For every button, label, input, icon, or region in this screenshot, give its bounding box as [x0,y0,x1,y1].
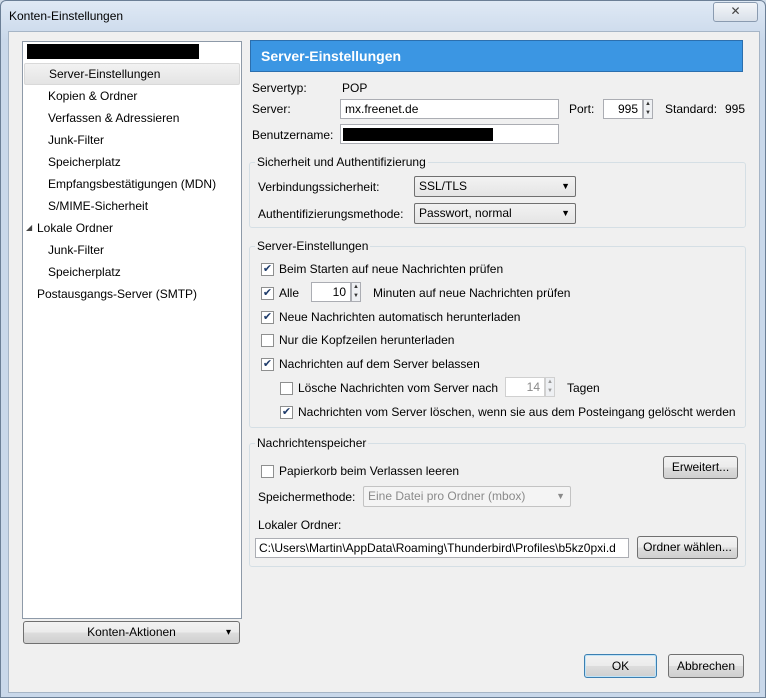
close-button[interactable]: ✕ [713,2,758,22]
headers-only-label: Nur die Kopfzeilen herunterladen [279,333,455,347]
check-on-start-checkbox[interactable]: ✔ [261,263,274,276]
tree-item-local-folders[interactable]: Lokale Ordner [37,218,113,238]
tree-item-smime[interactable]: S/MIME-Sicherheit [48,196,148,216]
auth-method-value: Passwort, normal [419,206,512,220]
servertype-label: Servertyp: [252,81,307,95]
delete-after-suffix: Tagen [567,381,600,395]
auto-download-checkbox[interactable]: ✔ [261,311,274,324]
tree-item-smtp[interactable]: Postausgangs-Server (SMTP) [37,284,197,304]
connection-security-select[interactable]: SSL/TLS ▼ [414,176,576,197]
dropdown-arrow-icon: ▼ [556,491,565,501]
redacted-account-name [27,44,199,59]
username-input[interactable] [340,124,559,144]
tree-item-local-junk-filter[interactable]: Junk-Filter [48,240,104,260]
dialog-window: Konten-Einstellungen ✕ Server-Einstellun… [0,0,766,698]
storage-group-title: Nachrichtenspeicher [255,436,369,450]
account-tree[interactable]: Server-Einstellungen Kopien & Ordner Ver… [22,41,242,619]
standard-value: 995 [725,102,746,116]
tree-item-junk-filter[interactable]: Junk-Filter [48,130,104,150]
delete-when-deleted-label: Nachrichten vom Server löschen, wenn sie… [298,405,736,419]
local-folder-input[interactable]: C:\Users\Martin\AppData\Roaming\Thunderb… [255,538,629,558]
panel-title: Server-Einstellungen [261,48,402,64]
servertype-value: POP [342,81,368,95]
empty-trash-label: Papierkorb beim Verlassen leeren [279,464,460,478]
redacted-username [343,128,493,141]
standard-label: Standard: [665,102,718,116]
window-title: Konten-Einstellungen [9,9,124,23]
port-label: Port: [569,102,595,116]
empty-trash-checkbox[interactable] [261,465,274,478]
delete-after-checkbox[interactable] [280,382,293,395]
check-every-suffix: Minuten auf neue Nachrichten prüfen [373,286,571,300]
storage-method-label: Speichermethode: [258,490,356,504]
account-actions-button[interactable]: Konten-Aktionen ▾ [23,621,240,644]
advanced-button[interactable]: Erweitert... [663,456,738,479]
tree-item-label: Server-Einstellungen [49,67,161,81]
panel-header: Server-Einstellungen [250,40,743,72]
check-every-label: Alle [279,286,300,300]
tree-item-copies-folders[interactable]: Kopien & Ordner [48,86,137,106]
tree-item-local-disk-space[interactable]: Speicherplatz [48,262,121,282]
tree-item-disk-space[interactable]: Speicherplatz [48,152,121,172]
storage-method-select[interactable]: Eine Datei pro Ordner (mbox) ▼ [363,486,571,507]
delete-after-label: Lösche Nachrichten vom Server nach [298,381,499,395]
account-actions-label: Konten-Aktionen [87,625,176,639]
dropdown-arrow-icon: ▼ [561,181,570,191]
auth-method-select[interactable]: Passwort, normal ▼ [414,203,576,224]
tree-item-server-settings[interactable]: Server-Einstellungen [24,63,240,85]
collapse-icon[interactable]: ◢ [26,218,32,238]
cancel-button[interactable]: Abbrechen [668,654,744,678]
tree-item-receipts[interactable]: Empfangsbestätigungen (MDN) [48,174,216,194]
port-input[interactable]: 995 [603,99,643,119]
local-folder-label: Lokaler Ordner: [258,518,342,532]
dialog-client: Server-Einstellungen Kopien & Ordner Ver… [8,31,760,693]
delete-when-deleted-checkbox[interactable]: ✔ [280,406,293,419]
server-input[interactable]: mx.freenet.de [340,99,559,119]
security-group-title: Sicherheit und Authentifizierung [255,155,428,169]
username-label: Benutzername: [252,128,334,142]
connection-security-label: Verbindungssicherheit: [258,180,380,194]
tree-item-composition[interactable]: Verfassen & Adressieren [48,108,179,128]
ok-button[interactable]: OK [584,654,657,678]
leave-on-server-label: Nachrichten auf dem Server belassen [279,357,480,371]
auto-download-label: Neue Nachrichten automatisch herunterlad… [279,310,521,324]
port-spinner[interactable]: ▲ ▼ [643,99,653,119]
headers-only-checkbox[interactable] [261,334,274,347]
leave-on-server-checkbox[interactable]: ✔ [261,358,274,371]
delete-after-days-input[interactable]: 14 [505,377,545,397]
storage-method-value: Eine Datei pro Ordner (mbox) [368,489,526,503]
delete-after-spinner[interactable]: ▲ ▼ [545,377,555,397]
check-interval-input[interactable]: 10 [311,282,351,302]
server-label: Server: [252,102,291,116]
title-bar[interactable]: Konten-Einstellungen ✕ [1,1,765,31]
auth-method-label: Authentifizierungsmethode: [258,207,404,221]
check-every-checkbox[interactable]: ✔ [261,287,274,300]
server-settings-group-title: Server-Einstellungen [255,239,371,253]
connection-security-value: SSL/TLS [419,179,468,193]
dropdown-arrow-icon: ▼ [561,208,570,218]
choose-folder-button[interactable]: Ordner wählen... [637,536,738,559]
check-interval-spinner[interactable]: ▲ ▼ [351,282,361,302]
check-on-start-label: Beim Starten auf neue Nachrichten prüfen [279,262,504,276]
dropdown-arrow-icon: ▾ [225,627,231,638]
